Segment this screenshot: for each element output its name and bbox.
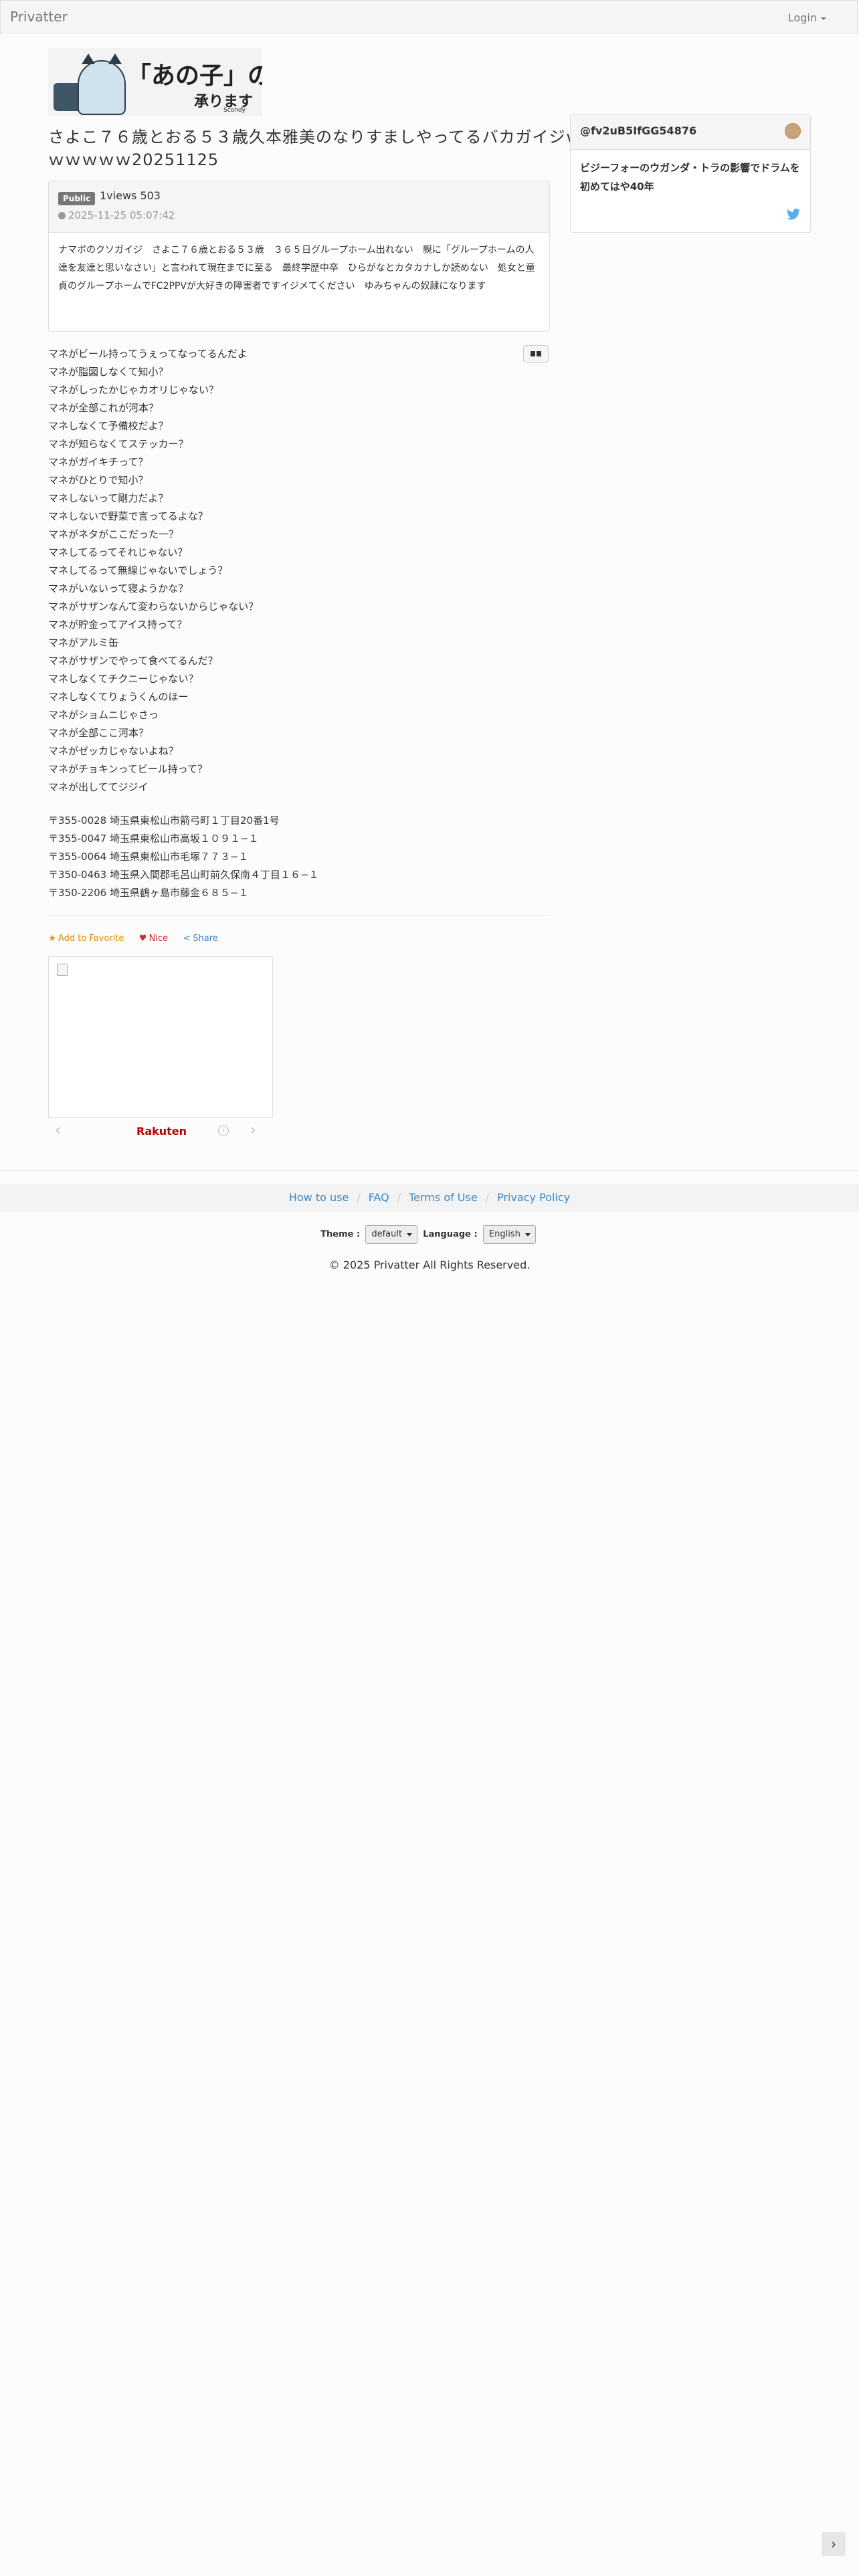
body-line: マネしないって剛力だよ？ (48, 492, 169, 504)
post-date-text: 2025-11-25 05:07:42 (68, 209, 175, 221)
add-to-favorite-label: Add to Favorite (58, 934, 124, 944)
banner-credit: Scondy (223, 107, 246, 114)
book-icon (531, 351, 535, 356)
share-label: Share (193, 934, 218, 944)
body-line: マネが脂図しなくて知小？ (48, 366, 169, 378)
post-title: さよこ７６歳とおる５３歳久本雅美のなりすましやってるバカガイジｗｗｗｗｗｗ202… (48, 128, 583, 169)
nice-button[interactable]: ♥ Nice (139, 934, 168, 944)
share-button[interactable]: < Share (183, 934, 218, 944)
post-info-header: Public 1views 503 2025-11-25 05:07:42 (49, 181, 549, 233)
vertical-writing-toggle[interactable] (523, 345, 549, 362)
body-line: マネがチョキンってビール持って？ (48, 763, 208, 775)
nice-label: Nice (149, 934, 169, 944)
post-actions: ★ Add to Favorite ♥ Nice < Share (48, 934, 230, 944)
footer-settings: Theme : default Language : English (0, 1225, 859, 1244)
chevron-right-icon[interactable]: › (822, 2532, 846, 2556)
user-profile-card: @fv2uB5IfGG54876 ビジーフォーのウガンダ・トラの影響でドラムを初… (570, 114, 811, 233)
body-line: マネしてるってそれじゃない？ (48, 546, 188, 558)
body-line: マネがひとりで知小？ (48, 474, 149, 486)
post-body: マネがビール持ってうぇってなってるんだよ マネが脂図しなくて知小？ マネがしった… (48, 345, 516, 796)
theme-select[interactable]: default (365, 1225, 418, 1244)
body-line: マネしなくてりょうくんのほー (48, 691, 189, 703)
body-line: マネしないで野菜で言ってるよな？ (48, 510, 208, 522)
address-line: 〒355-0047 埼玉県東松山市高坂１０９１−１ (48, 833, 259, 845)
body-line: マネがサザンなんて変わらないからじゃない？ (48, 601, 259, 613)
footer-links: How to use / FAQ / Terms of Use / Privacy Poli… (0, 1184, 859, 1212)
body-line: マネがショムニじゃさっ (48, 709, 159, 721)
clock-icon (58, 212, 66, 219)
rakuten-logo[interactable]: Rakuten (136, 1125, 187, 1138)
navbar: Privatter Login (0, 0, 858, 33)
visibility-badge: Public (58, 192, 96, 205)
body-line: マネしなくてチクニーじゃない？ (48, 673, 199, 685)
post-info-panel: Public 1views 503 2025-11-25 05:07:42 ナマ… (48, 181, 550, 332)
login-dropdown[interactable]: Login (788, 11, 826, 24)
address-line: 〒355-0064 埼玉県東松山市毛塚７７３−１ (48, 851, 249, 863)
cat-illustration (78, 53, 126, 115)
theme-label: Theme : (320, 1229, 361, 1240)
body-line: マネがネタがここだった一？ (48, 528, 179, 540)
post-summary: ナマポのクソガイジ さよこ７６歳とおる５３歳 ３６５日グループホーム出れない 親… (58, 245, 535, 292)
share-icon: < (183, 934, 191, 944)
view-count: 1views 503 (100, 189, 161, 202)
banner-title: 「あの子」の解釈 (127, 62, 262, 90)
privacy-policy-link[interactable]: Privacy Policy (497, 1191, 570, 1204)
body-line: マネが知らなくてステッカー？ (48, 438, 189, 450)
body-line: マネが全部これが河本？ (48, 402, 159, 414)
login-label: Login (787, 11, 817, 24)
broken-image-icon (57, 964, 68, 976)
caret-down-icon (821, 17, 826, 20)
address-line: 〒350-2206 埼玉県鶴ヶ島市藤金６８５−１ (48, 887, 249, 899)
brand-link[interactable]: Privatter (10, 9, 68, 25)
post-date: 2025-11-25 05:07:42 (58, 209, 175, 221)
terms-of-use-link[interactable]: Terms of Use (409, 1191, 478, 1204)
body-line: マネがサザンでやって食べてるんだ？ (48, 655, 218, 667)
ad-controls: ‹ Rakuten i › (48, 1122, 273, 1141)
divider (48, 915, 550, 916)
address-line: 〒350-0463 埼玉県入間郡毛呂山町前久保南４丁目１６−１ (48, 869, 319, 881)
address-list: 〒355-0028 埼玉県東松山市箭弓町１丁目20番1号 〒355-0047 埼… (48, 812, 319, 902)
body-line: マネが貯金ってアイス持って？ (48, 619, 187, 631)
chevron-right-icon[interactable]: › (250, 1122, 256, 1139)
language-select[interactable]: English (482, 1225, 536, 1244)
star-icon: ★ (48, 934, 56, 944)
copyright: © 2025 Privatter All Rights Reserved. (328, 1259, 531, 1271)
footer-divider (0, 1170, 859, 1171)
ad-banner[interactable] (48, 956, 273, 1118)
body-line: マネがビール持ってうぇってなってるんだよ (48, 348, 248, 360)
body-line: マネが全部ここ河本？ (48, 727, 149, 739)
profile-username[interactable]: @fv2uB5IfGG54876 (580, 124, 696, 137)
info-icon[interactable]: i (218, 1125, 229, 1136)
heart-icon: ♥ (138, 934, 147, 944)
banner-image[interactable]: 「あの子」の解釈 承ります Scondy (48, 48, 262, 116)
body-line: マネがアルミ缶 (48, 637, 118, 649)
language-label: Language : (423, 1229, 478, 1240)
body-line: マネが出しててジジイ (48, 781, 149, 793)
body-line: マネがゼッカじゃないよね？ (48, 745, 179, 757)
body-line: マネしてるって無線じゃないでしょう？ (48, 564, 228, 576)
twitter-icon[interactable] (786, 208, 801, 221)
body-line: マネがガイキチって？ (48, 456, 149, 468)
how-to-use-link[interactable]: How to use (289, 1191, 349, 1204)
chevron-left-icon[interactable]: ‹ (55, 1122, 61, 1139)
profile-header: @fv2uB5IfGG54876 (571, 114, 810, 150)
body-line: マネしなくて予備校だよ？ (48, 420, 169, 432)
profile-bio: ビジーフォーのウガンダ・トラの影響でドラムを初めてはや40年 (580, 162, 800, 193)
body-line: マネがいないって寝ようかな？ (48, 582, 189, 595)
body-line: マネがしったかじゃカオリじゃない？ (48, 384, 219, 396)
avatar[interactable] (785, 123, 801, 139)
add-to-favorite-button[interactable]: ★ Add to Favorite (48, 934, 124, 944)
faq-link[interactable]: FAQ (369, 1191, 389, 1204)
address-line: 〒355-0028 埼玉県東松山市箭弓町１丁目20番1号 (48, 815, 280, 827)
